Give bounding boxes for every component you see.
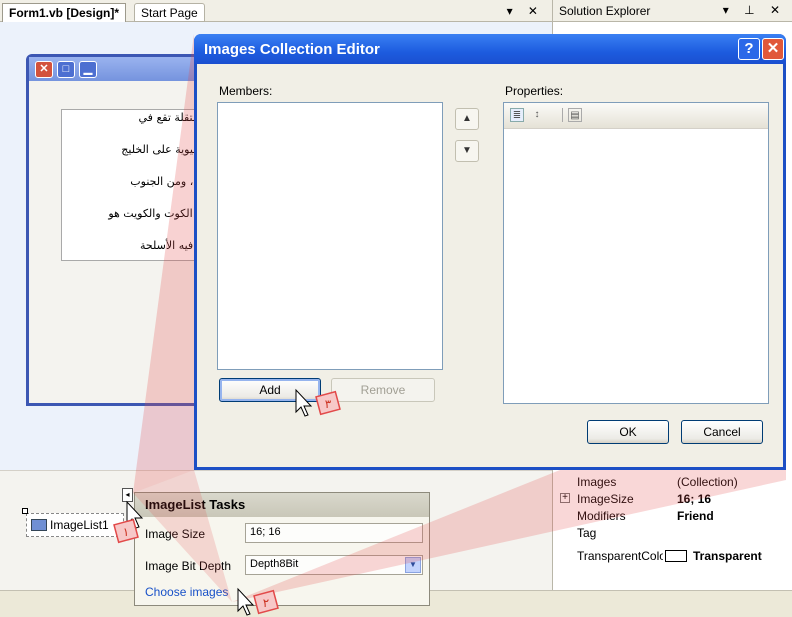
smart-tag-button[interactable]: ◂ (122, 488, 133, 502)
properties-label: Properties: (505, 84, 564, 98)
form1-minimize-icon: ▁ (79, 61, 97, 78)
property-row-images[interactable]: Images (Collection) (553, 474, 792, 491)
chevron-down-icon[interactable]: ▼ (405, 557, 421, 573)
property-name: Tag (577, 526, 597, 540)
property-row-imagesize[interactable]: + ImageSize 16; 16 (553, 491, 792, 508)
bit-depth-select[interactable]: Depth8Bit ▼ (245, 555, 423, 575)
property-row-transparentcolor[interactable]: TransparentColo Transparent (553, 548, 792, 565)
property-name: TransparentColo (577, 549, 663, 563)
move-up-button[interactable]: ▲ (455, 108, 479, 130)
solution-explorer-header: Solution Explorer ▾ ⊥ ✕ (552, 0, 792, 22)
property-value: 16; 16 (677, 492, 712, 506)
image-size-label: Image Size (145, 527, 206, 541)
members-label: Members: (219, 84, 273, 98)
transparent-value: Transparent (693, 549, 762, 563)
bit-depth-value: Depth8Bit (250, 558, 299, 570)
property-row-modifiers[interactable]: Modifiers Friend (553, 508, 792, 525)
add-button[interactable]: Add (219, 378, 321, 402)
alphabetical-icon[interactable]: ↕ (530, 108, 544, 122)
arrow-down-icon: ▼ (462, 145, 472, 156)
property-grid: Images (Collection) + ImageSize 16; 16 M… (552, 470, 792, 580)
choose-images-link[interactable]: Choose images (145, 585, 228, 599)
images-collection-editor-dialog: Images Collection Editor ? ✕ Members: ▲ … (194, 34, 786, 470)
document-tabs: Form1.vb [Design]* Start Page ▾ ✕ (0, 0, 552, 22)
property-name: ImageSize (577, 492, 634, 506)
imagelist1-component[interactable]: ImageList1 (26, 513, 124, 537)
dialog-title: Images Collection Editor (204, 41, 380, 58)
categorized-icon[interactable]: ≣ (510, 108, 524, 122)
form1-window[interactable]: ✕ □ ▁ ية مستقلة تقع في عربية ة الأسيوية … (26, 54, 221, 406)
tasks-title: ImageList Tasks (135, 493, 429, 517)
help-button[interactable]: ? (738, 38, 760, 60)
selection-grip[interactable] (22, 508, 28, 514)
move-down-button[interactable]: ▼ (455, 140, 479, 162)
property-value: (Collection) (677, 475, 738, 489)
solution-explorer-controls[interactable]: ▾ ⊥ ✕ (723, 3, 786, 17)
properties-pane[interactable]: ≣ ↕ ▤ (503, 102, 769, 404)
property-name: Images (577, 475, 617, 489)
tab-form1-design[interactable]: Form1.vb [Design]* (2, 3, 127, 22)
expand-icon[interactable]: + (560, 493, 570, 503)
imagelist1-label: ImageList1 (50, 518, 109, 532)
property-row-tag[interactable]: Tag (553, 525, 792, 542)
imagelist-tasks-panel: ImageList Tasks Image Size 16; 16 Image … (134, 492, 430, 606)
imagelist-icon (31, 519, 47, 531)
property-name: Modifiers (577, 509, 626, 523)
solution-explorer-title: Solution Explorer (559, 4, 651, 18)
property-pages-icon[interactable]: ▤ (568, 108, 582, 122)
tab-start-page[interactable]: Start Page (134, 3, 205, 22)
ok-button[interactable]: OK (587, 420, 669, 444)
cancel-button[interactable]: Cancel (681, 420, 763, 444)
image-size-input[interactable]: 16; 16 (245, 523, 423, 543)
document-window-controls[interactable]: ▾ ✕ (507, 4, 544, 18)
close-button[interactable]: ✕ (762, 38, 784, 60)
property-value: Transparent (665, 549, 762, 563)
remove-button[interactable]: Remove (331, 378, 435, 402)
color-swatch-icon (665, 550, 687, 562)
properties-toolbar: ≣ ↕ ▤ (504, 103, 768, 129)
bit-depth-label: Image Bit Depth (145, 559, 232, 573)
members-list[interactable] (217, 102, 443, 370)
property-value: Friend (677, 509, 714, 523)
form1-maximize-icon: □ (57, 61, 75, 78)
form1-close-icon: ✕ (35, 61, 53, 78)
toolbar-divider (562, 108, 563, 122)
arrow-up-icon: ▲ (462, 113, 472, 124)
dialog-titlebar: Images Collection Editor ? ✕ (194, 34, 786, 64)
